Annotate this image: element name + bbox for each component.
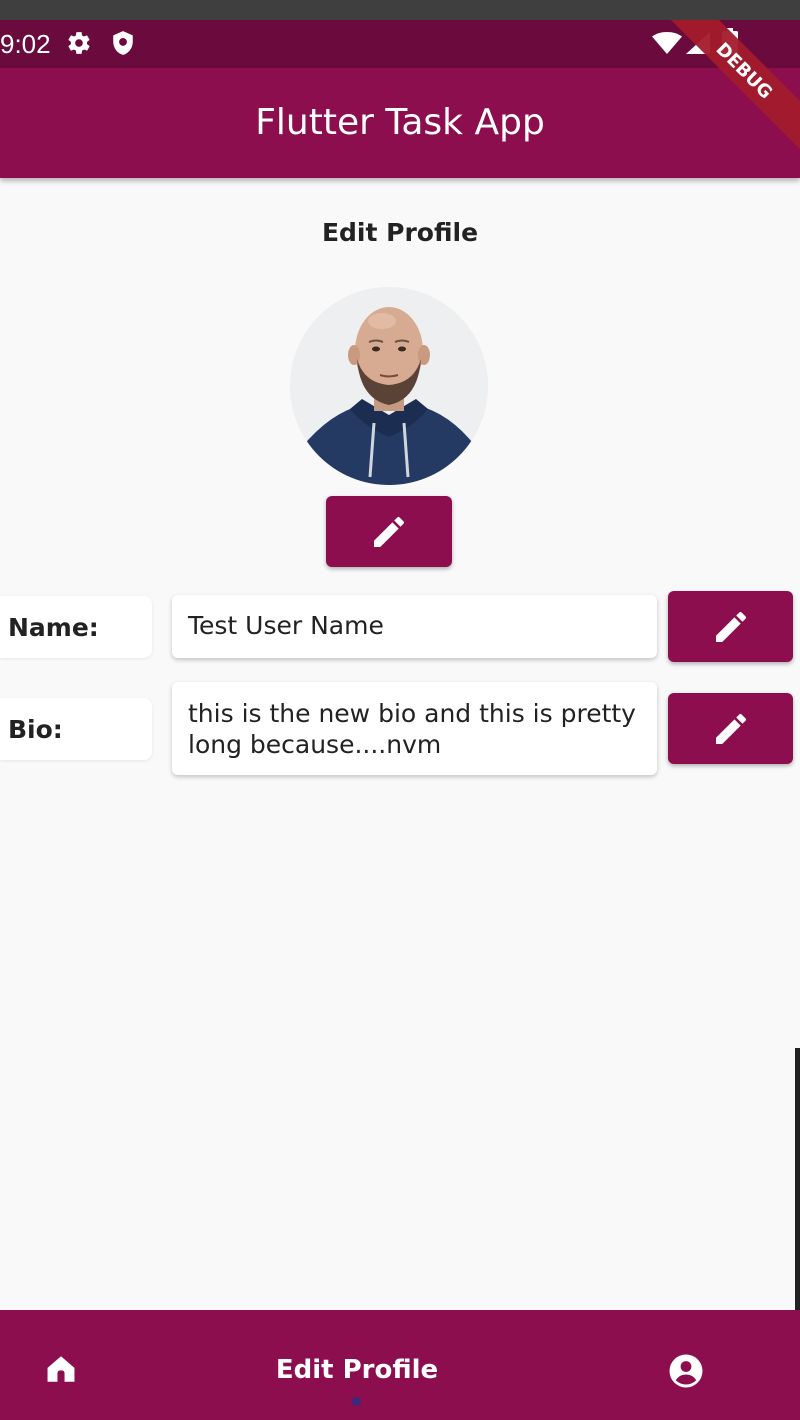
app-bar: Flutter Task App [0, 68, 800, 178]
status-bar: 9:02 [0, 20, 800, 68]
nav-item-edit-profile[interactable]: Edit Profile [0, 1355, 714, 1385]
pencil-icon [374, 516, 405, 547]
name-field[interactable]: Test User Name [172, 595, 657, 658]
system-top-strip [0, 0, 800, 20]
edit-bio-button[interactable] [668, 693, 793, 764]
bio-field[interactable]: this is the new bio and this is pretty l… [172, 682, 657, 775]
edit-name-button[interactable] [668, 591, 793, 662]
pencil-icon [715, 611, 746, 642]
pencil-icon [715, 713, 746, 744]
status-time: 9:02 [0, 29, 51, 59]
gear-icon [68, 32, 90, 54]
nav-active-indicator [352, 1397, 361, 1406]
bio-value: this is the new bio and this is pretty l… [188, 699, 636, 759]
account-circle-icon[interactable] [668, 1353, 704, 1389]
wifi-icon [652, 32, 682, 54]
battery-icon [722, 28, 738, 54]
bio-label-box: Bio: [0, 698, 152, 760]
scroll-edge [795, 1048, 800, 1310]
page-title: Edit Profile [321, 218, 479, 247]
signal-icon [686, 32, 710, 54]
name-value: Test User Name [188, 611, 384, 640]
bio-label: Bio: [8, 715, 63, 744]
shield-icon [113, 31, 133, 55]
name-label-box: Name: [0, 596, 152, 658]
app-screen: 9:02 Flutter Task App DEBUG Edit Profile… [0, 0, 800, 1420]
name-label: Name: [8, 613, 99, 642]
avatar [290, 287, 488, 485]
app-title: Flutter Task App [255, 102, 545, 143]
bottom-nav: Edit Profile [0, 1310, 800, 1420]
edit-avatar-button[interactable] [326, 496, 452, 567]
